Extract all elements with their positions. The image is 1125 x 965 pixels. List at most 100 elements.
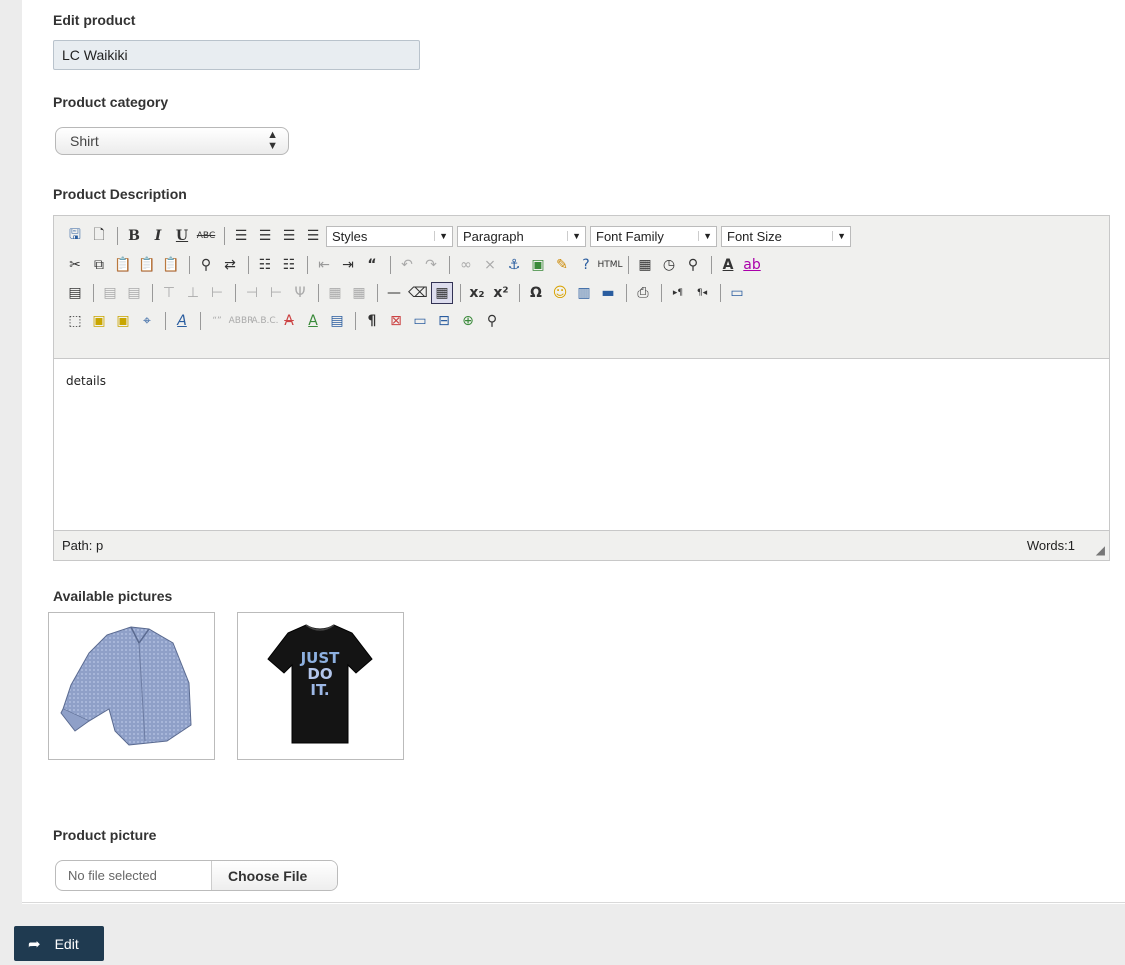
insertion-icon[interactable]: A <box>302 310 324 332</box>
italic-icon[interactable]: I <box>147 225 169 247</box>
split-cells-icon[interactable]: ▦ <box>324 282 346 304</box>
copy-icon[interactable]: ⧉ <box>88 254 110 276</box>
attributes-icon[interactable]: ▤ <box>326 310 348 332</box>
replace-icon[interactable]: ⇄ <box>219 254 241 276</box>
horizontal-rule-icon[interactable]: — <box>383 282 405 304</box>
cell-props-icon[interactable]: ▤ <box>123 282 145 304</box>
tshirt-image: JUST DO IT. <box>267 624 373 744</box>
rtl-icon[interactable]: ¶◂ <box>691 282 713 304</box>
word-count: Words:1 <box>1026 538 1075 553</box>
delete-col-icon[interactable]: Ψ <box>289 282 311 304</box>
product-description-label: Product Description <box>53 186 187 202</box>
font-size-dropdown[interactable]: Font Size ▼ <box>721 225 851 247</box>
superscript-icon[interactable]: x² <box>490 282 512 304</box>
spellcheck-icon[interactable]: ⊕ <box>457 310 479 332</box>
paste-word-icon[interactable]: 📋 <box>160 254 182 276</box>
anchor-icon[interactable]: ⚓ <box>503 254 525 276</box>
product-picture-file-input[interactable]: No file selected Choose File <box>55 860 338 891</box>
nonbreaking-icon[interactable]: ⊟ <box>433 310 455 332</box>
toolbar-row-4: ⬚ ▣ ▣ ⌖ A “” ABBR A.B.C. A A ▤ ¶ ⊠ ▭ ⊟ ⊕… <box>64 308 505 334</box>
col-before-icon[interactable]: ⊣ <box>241 282 263 304</box>
product-picture-shirt[interactable] <box>48 612 215 760</box>
insert-time-icon[interactable]: ◷ <box>658 254 680 276</box>
edit-submit-button[interactable]: ➦ Edit <box>14 926 104 961</box>
print-icon[interactable]: ⎙ <box>632 282 654 304</box>
media-icon[interactable]: ▥ <box>573 282 595 304</box>
editor-content-text: details <box>66 374 106 388</box>
font-family-dropdown[interactable]: Font Family ▼ <box>590 225 717 247</box>
paragraph-dropdown[interactable]: Paragraph ▼ <box>457 225 586 247</box>
editor-content-area[interactable]: details <box>54 358 1109 531</box>
product-picture-tshirt[interactable]: JUST DO IT. <box>237 612 404 760</box>
row-after-icon[interactable]: ⊥ <box>182 282 204 304</box>
preview-icon[interactable]: ⚲ <box>682 254 704 276</box>
cut-icon[interactable]: ✂ <box>64 254 86 276</box>
merge-cells-icon[interactable]: ▦ <box>348 282 370 304</box>
edit-product-label: Edit product <box>53 12 136 28</box>
move-backward-icon[interactable]: ▣ <box>112 310 134 332</box>
move-forward-icon[interactable]: ▣ <box>88 310 110 332</box>
undo-icon[interactable]: ↶ <box>396 254 418 276</box>
template-icon[interactable]: ▭ <box>409 310 431 332</box>
paste-text-icon[interactable]: 📋 <box>136 254 158 276</box>
special-char-icon[interactable]: Ω <box>525 282 547 304</box>
align-center-icon[interactable]: ☰ <box>254 225 276 247</box>
outdent-icon[interactable]: ⇤ <box>313 254 335 276</box>
shirt-image <box>60 626 192 746</box>
deletion-icon[interactable]: A <box>278 310 300 332</box>
insert-date-icon[interactable]: ▦ <box>634 254 656 276</box>
unlink-icon[interactable]: ⨯ <box>479 254 501 276</box>
save-icon[interactable]: 🖫 <box>64 225 86 247</box>
blockquote-icon[interactable]: “ <box>361 254 383 276</box>
highlight-color-icon[interactable]: ab <box>741 254 763 276</box>
row-before-icon[interactable]: ⊤ <box>158 282 180 304</box>
remove-format-icon[interactable]: ⌫ <box>407 282 429 304</box>
product-category-select[interactable]: Shirt ▲ ▼ <box>55 127 289 155</box>
table-props-icon[interactable]: ▤ <box>64 282 86 304</box>
text-color-icon[interactable]: A <box>717 254 739 276</box>
paste-icon[interactable]: 📋 <box>112 254 134 276</box>
align-justify-icon[interactable]: ☰ <box>302 225 324 247</box>
styleprops-icon[interactable]: A <box>171 310 193 332</box>
emoticon-icon[interactable]: ☺ <box>549 282 571 304</box>
redo-icon[interactable]: ↷ <box>420 254 442 276</box>
link-icon[interactable]: ∞ <box>455 254 477 276</box>
underline-icon[interactable]: U <box>171 225 193 247</box>
indent-icon[interactable]: ⇥ <box>337 254 359 276</box>
find-icon[interactable]: ⚲ <box>195 254 217 276</box>
fullscreen-icon[interactable]: ▭ <box>726 282 748 304</box>
subscript-icon[interactable]: x₂ <box>466 282 488 304</box>
cleanup-icon[interactable]: ✎ <box>551 254 573 276</box>
styles-dropdown[interactable]: Styles ▼ <box>326 225 453 247</box>
resize-grip-icon[interactable]: ◢ <box>1096 543 1105 557</box>
strikethrough-icon[interactable]: ABC <box>195 225 217 247</box>
ltr-icon[interactable]: ▸¶ <box>667 282 689 304</box>
dropdown-caret-icon: ▼ <box>832 231 846 241</box>
html-icon[interactable]: HTML <box>597 254 622 276</box>
toolbar-row-3: ▤ ▤ ▤ ⊤ ⊥ ⊢ ⊣ ⊢ Ψ ▦ ▦ — ⌫ ▦ x₂ x² Ω ☺ ▥ … <box>64 280 750 306</box>
visual-aid-icon[interactable]: ▦ <box>431 282 453 304</box>
insert-layer-icon[interactable]: ⬚ <box>64 310 86 332</box>
align-left-icon[interactable]: ☰ <box>230 225 252 247</box>
numbered-list-icon[interactable]: ☷ <box>278 254 300 276</box>
help-icon[interactable]: ? <box>575 254 597 276</box>
preview-find-icon[interactable]: ⚲ <box>481 310 503 332</box>
bullet-list-icon[interactable]: ☷ <box>254 254 276 276</box>
row-props-icon[interactable]: ▤ <box>99 282 121 304</box>
abbreviation-icon[interactable]: ABBR <box>229 310 254 332</box>
show-blocks-icon[interactable]: ¶ <box>361 310 383 332</box>
new-document-icon[interactable]: 🗋 <box>88 225 110 247</box>
product-name-input[interactable] <box>53 40 420 70</box>
rich-text-editor: 🖫 🗋 B I U ABC ☰ ☰ ☰ ☰ Styles ▼ Paragraph ▼… <box>53 215 1110 561</box>
absolute-position-icon[interactable]: ⌖ <box>136 310 158 332</box>
choose-file-button[interactable]: Choose File <box>212 861 337 890</box>
col-after-icon[interactable]: ⊢ <box>265 282 287 304</box>
align-right-icon[interactable]: ☰ <box>278 225 300 247</box>
advanced-hr-icon[interactable]: ▬ <box>597 282 619 304</box>
cite-icon[interactable]: “” <box>206 310 228 332</box>
page-break-icon[interactable]: ⊠ <box>385 310 407 332</box>
image-icon[interactable]: ▣ <box>527 254 549 276</box>
delete-row-icon[interactable]: ⊢ <box>206 282 228 304</box>
acronym-icon[interactable]: A.B.C. <box>251 310 278 332</box>
bold-icon[interactable]: B <box>123 225 145 247</box>
